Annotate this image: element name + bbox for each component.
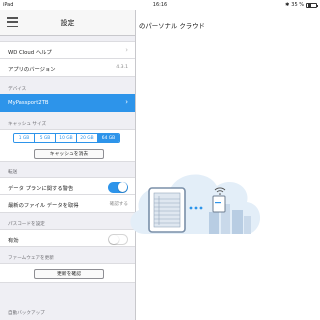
clear-cache-button[interactable]: キャッシュを消去 bbox=[34, 149, 104, 159]
settings-panel: 設定 WD Cloud ヘルプ › アプリのバージョン 4.3.1 デバイス M… bbox=[0, 10, 136, 320]
wd-cloud-help-label: WD Cloud ヘルプ bbox=[8, 50, 52, 56]
drive bbox=[212, 195, 226, 213]
bluetooth-icon: ✱ bbox=[285, 2, 290, 8]
cache-size-option-5gb[interactable]: 5 GB bbox=[35, 134, 56, 142]
check-update-button[interactable]: 更新を確認 bbox=[34, 268, 104, 279]
auto-backup-section-header: 自動バックアップ bbox=[8, 311, 45, 316]
cache-size-option-10gb[interactable]: 10 GB bbox=[56, 134, 77, 142]
cache-size-option-64gb[interactable]: 64 GB bbox=[98, 134, 119, 142]
latest-file-data-row[interactable]: 最新のファイル データを取得 確認する bbox=[0, 195, 135, 213]
main-title: のパーソナル クラウド bbox=[139, 22, 205, 30]
battery-percent: 35 % bbox=[291, 2, 304, 8]
firmware-block: 更新を確認 bbox=[0, 263, 135, 283]
battery-icon bbox=[306, 2, 318, 8]
passcode-section-header: パスコードを設定 bbox=[8, 222, 45, 227]
status-bar: iPad 16:16 ✱ 35 % bbox=[0, 0, 320, 10]
device-name: MyPassport2TB bbox=[8, 100, 49, 106]
passcode-enabled-row: 有効 bbox=[0, 229, 135, 247]
data-plan-warning-row: データ プランに関する警告 bbox=[0, 177, 135, 195]
settings-title: 設定 bbox=[60, 19, 75, 27]
battery-fill bbox=[307, 4, 311, 7]
cache-size-block: 1 GB 5 GB 10 GB 20 GB 64 GB キャッシュを消去 bbox=[0, 129, 135, 162]
tablet-screen bbox=[153, 192, 181, 228]
cache-size-segmented-control[interactable]: 1 GB 5 GB 10 GB 20 GB 64 GB bbox=[13, 133, 120, 143]
building bbox=[232, 210, 243, 234]
toggle-knob bbox=[109, 234, 119, 245]
firmware-section-header: ファームウェアを更新 bbox=[8, 256, 54, 261]
app-version-row: アプリのバージョン 4.3.1 bbox=[0, 59, 135, 77]
clock: 16:16 bbox=[152, 2, 168, 8]
device-section-header: デバイス bbox=[8, 87, 27, 92]
app-version-value: 4.3.1 bbox=[116, 65, 128, 70]
transfer-dot bbox=[199, 206, 203, 210]
app-version-label: アプリのバージョン bbox=[8, 67, 56, 73]
transfer-dot bbox=[194, 206, 198, 210]
settings-nav-bar: 設定 bbox=[0, 10, 135, 36]
data-plan-warning-label: データ プランに関する警告 bbox=[8, 186, 74, 192]
cache-size-section-header: キャッシュ サイズ bbox=[8, 122, 47, 127]
device-row-mypassport[interactable]: MyPassport2TB › bbox=[0, 94, 135, 112]
latest-file-data-label: 最新のファイル データを取得 bbox=[8, 203, 79, 209]
cache-size-option-20gb[interactable]: 20 GB bbox=[77, 134, 98, 142]
cache-size-option-1gb[interactable]: 1 GB bbox=[14, 134, 35, 142]
drive-led bbox=[215, 202, 221, 204]
cloud-devices-illustration bbox=[130, 174, 261, 234]
carrier-label: iPad bbox=[3, 2, 14, 8]
transfer-section-header: 転送 bbox=[8, 170, 18, 175]
chevron-right-icon: › bbox=[125, 98, 128, 106]
transfer-dot bbox=[189, 206, 193, 210]
status-right: ✱ 35 % bbox=[285, 2, 318, 8]
chevron-right-icon: › bbox=[125, 46, 128, 54]
building bbox=[209, 212, 219, 234]
building bbox=[244, 216, 251, 234]
wd-cloud-help-row[interactable]: WD Cloud ヘルプ › bbox=[0, 41, 135, 59]
passcode-enabled-label: 有効 bbox=[8, 238, 19, 244]
